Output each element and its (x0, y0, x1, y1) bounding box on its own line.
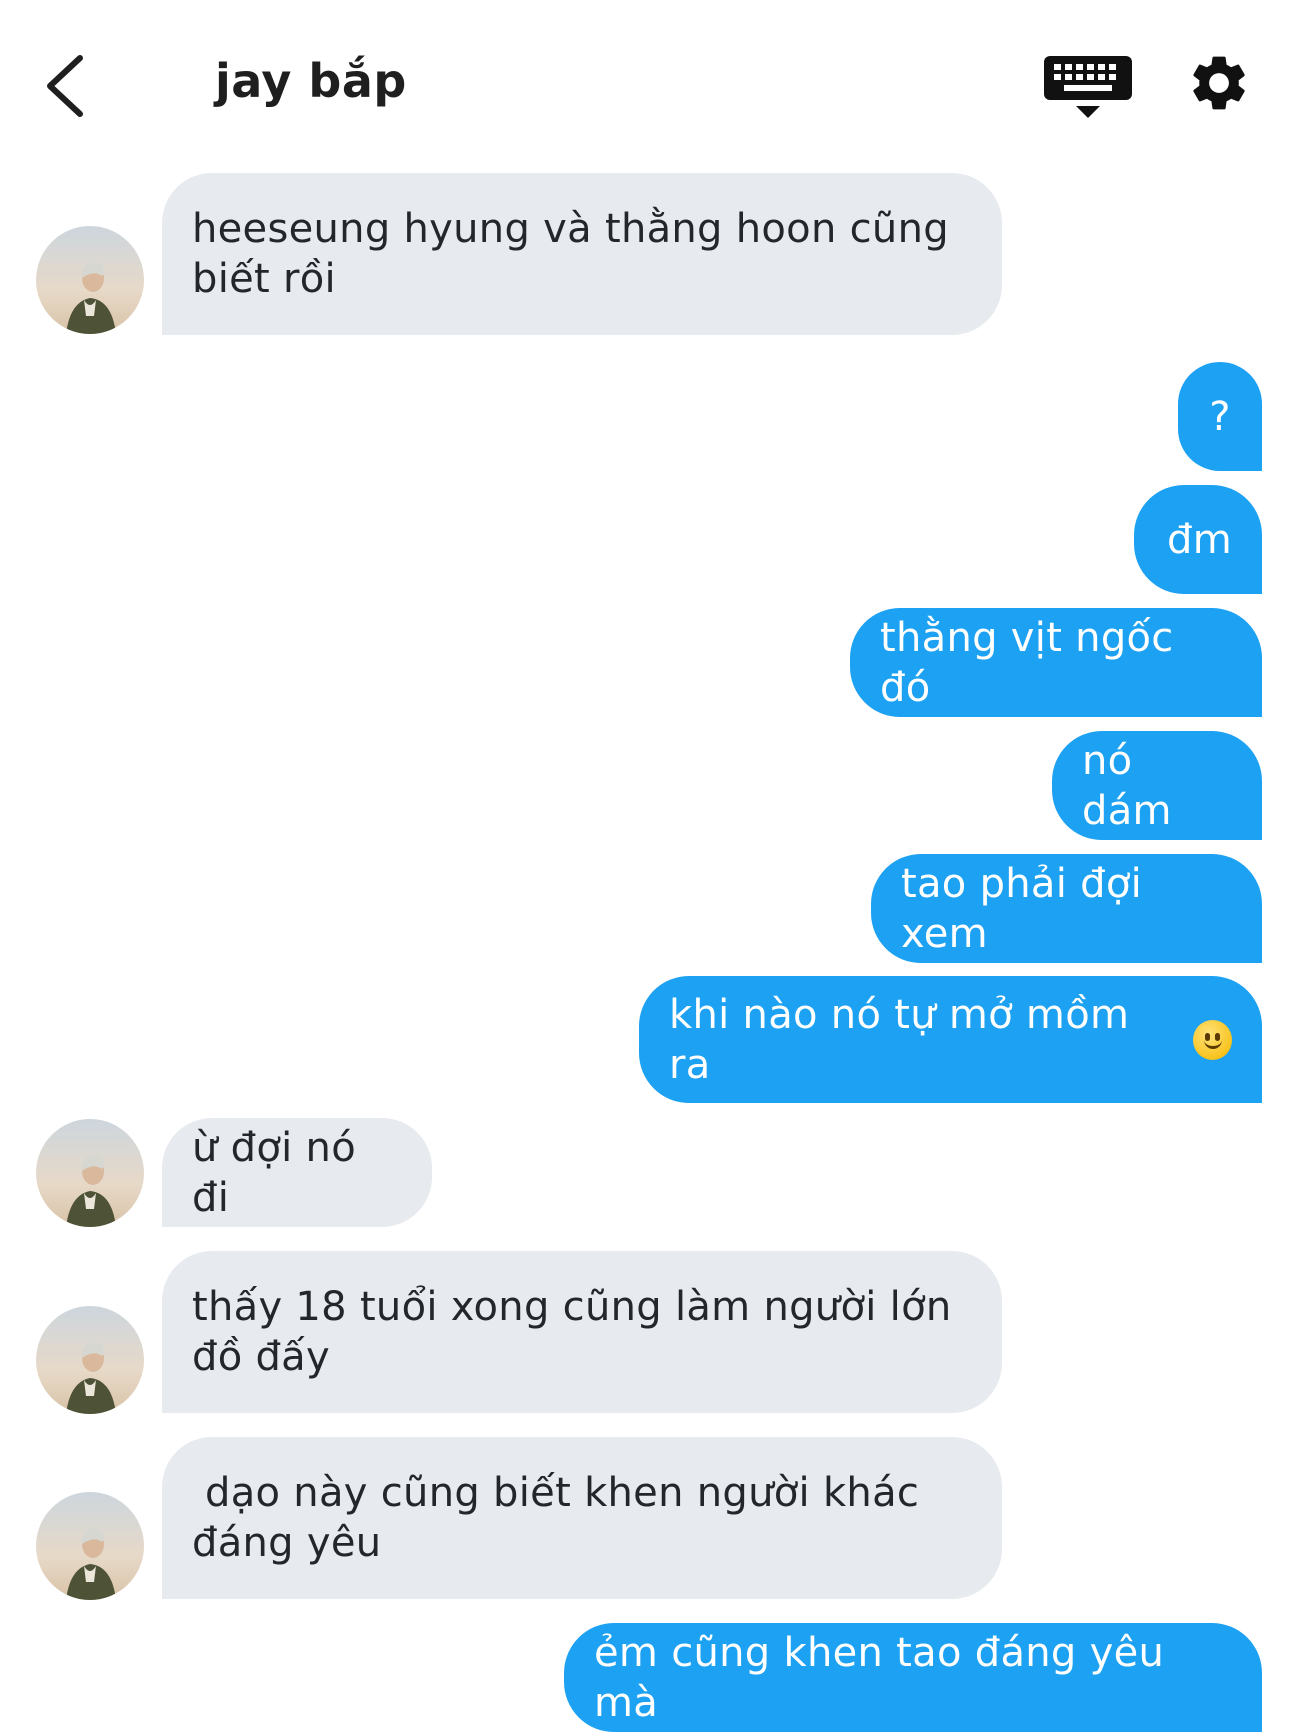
message-bubble[interactable]: khi nào nó tự mở mồm ra (639, 976, 1262, 1103)
avatar-photo (36, 226, 144, 334)
chat-screen: jay bắp heeseung hyung và thằng hoon cũn… (0, 0, 1290, 1734)
conversation-title: jay bắp (215, 54, 407, 108)
message-bubble[interactable]: thằng vịt ngốc đó (850, 608, 1262, 717)
message-bubble[interactable]: heeseung hyung và thằng hoon cũng biết r… (162, 173, 1002, 335)
message-bubble[interactable]: thấy 18 tuổi xong cũng làm người lớn đồ … (162, 1251, 1002, 1413)
gear-icon (1193, 56, 1245, 110)
settings-button[interactable] (1186, 50, 1252, 116)
message-bubble[interactable]: nó dám (1052, 731, 1262, 840)
avatar[interactable] (36, 1492, 144, 1600)
keyboard-icon (1044, 56, 1132, 118)
chat-header: jay bắp (0, 0, 1290, 160)
avatar-photo (36, 1306, 144, 1414)
message-text: khi nào nó tự mở mồm ra (669, 991, 1143, 1088)
message-bubble[interactable]: ừ đợi nó đi (162, 1118, 432, 1227)
chevron-left-icon (47, 55, 83, 117)
message-bubble[interactable]: đm (1134, 485, 1262, 594)
message-bubble[interactable]: ? (1178, 362, 1262, 471)
avatar-photo (36, 1492, 144, 1600)
keyboard-button[interactable] (1040, 52, 1136, 122)
avatar[interactable] (36, 1306, 144, 1414)
back-button[interactable] (38, 50, 98, 120)
message-bubble[interactable]: ẻm cũng khen tao đáng yêu mà (564, 1623, 1262, 1732)
smiling-face-emoji-icon (1192, 1019, 1232, 1060)
avatar[interactable] (36, 1119, 144, 1227)
message-bubble[interactable]: dạo này cũng biết khen người khác đáng y… (162, 1437, 1002, 1599)
avatar[interactable] (36, 226, 144, 334)
message-bubble[interactable]: tao phải đợi xem (871, 854, 1262, 963)
avatar-photo (36, 1119, 144, 1227)
